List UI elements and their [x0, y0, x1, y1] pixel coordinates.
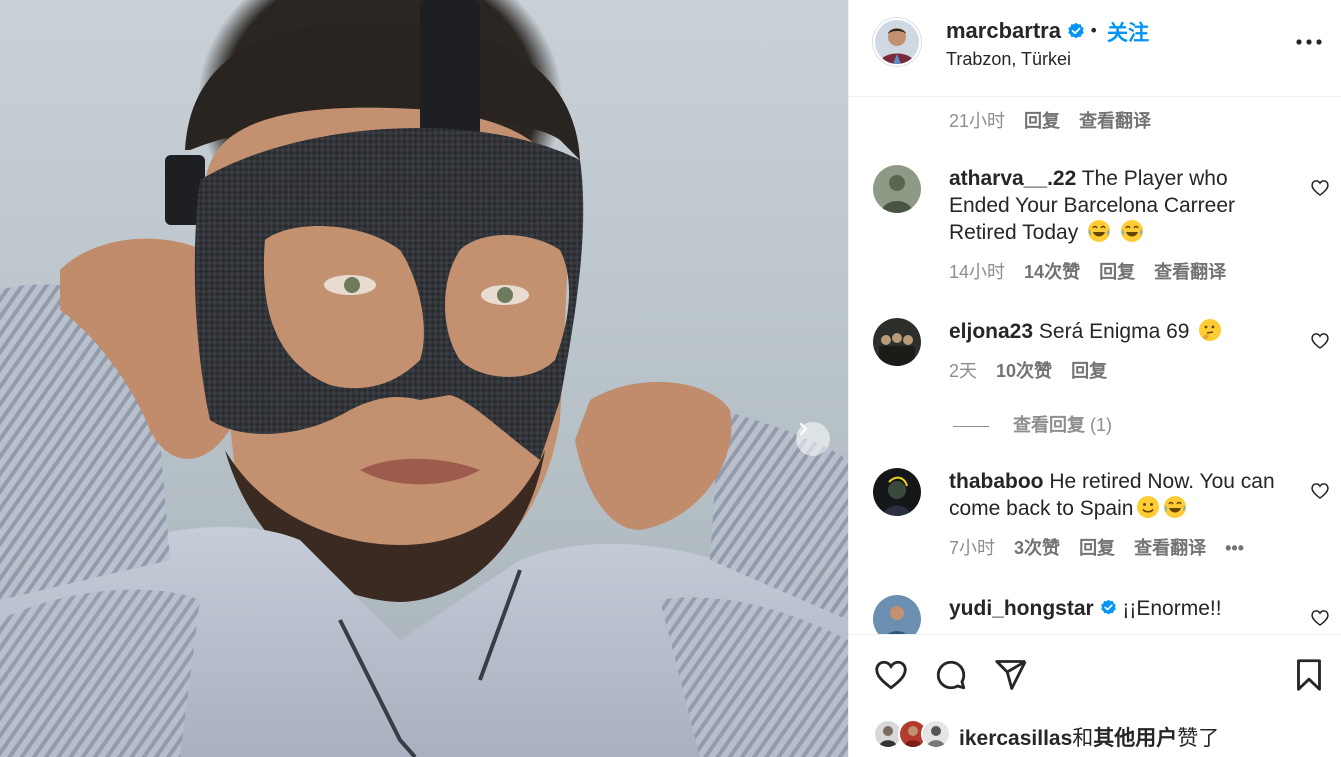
like-comment-button[interactable] — [1310, 178, 1330, 198]
bookmark-icon — [1297, 659, 1321, 691]
comments-list[interactable]: 21小时 回复 查看翻译 atharva__.22 The Player who… — [849, 97, 1341, 634]
post-sidebar: marcbartra • 关注 Trabzon, Türkei 21小时 回复 … — [848, 0, 1341, 757]
header-separator: • — [1089, 21, 1099, 40]
comment-text: Será Enigma 69 — [1038, 320, 1190, 343]
commenter-avatar-image — [873, 165, 921, 213]
comment-meta: 14小时 14次赞 回复 查看翻译 — [949, 258, 1240, 284]
like-comment-button[interactable] — [1310, 331, 1330, 351]
post-options-button[interactable] — [1294, 30, 1324, 54]
see-translation-button[interactable]: 查看翻译 — [1154, 262, 1226, 282]
reply-button[interactable]: 回复 — [1071, 361, 1107, 381]
next-photo-button[interactable] — [796, 422, 830, 456]
liker-avatar — [921, 719, 951, 749]
more-horizontal-icon — [1296, 39, 1322, 45]
author-username[interactable]: marcbartra — [946, 18, 1085, 44]
photo-illustration — [0, 0, 848, 757]
comment-like-count[interactable]: 10次赞 — [996, 361, 1052, 381]
comment-time: 2天 — [949, 361, 978, 381]
heart-outline-icon — [1311, 610, 1329, 627]
heart-icon — [875, 660, 907, 690]
commenter-username[interactable]: eljona23 — [949, 320, 1033, 343]
comment-body: eljona23 Será Enigma 69 — [949, 318, 1279, 345]
reply-button[interactable]: 回复 — [1099, 262, 1135, 282]
comment-time: 21小时 — [949, 111, 1006, 131]
verified-badge-icon — [1068, 22, 1084, 39]
author-avatar[interactable] — [873, 18, 921, 66]
like-button[interactable] — [873, 657, 909, 693]
like-comment-button[interactable] — [1310, 481, 1330, 501]
post-header: marcbartra • 关注 Trabzon, Türkei — [849, 0, 1341, 97]
commenter-username[interactable]: yudi_hongstar — [949, 597, 1094, 620]
commenter-username[interactable]: thababoo — [949, 470, 1044, 493]
heart-outline-icon — [1311, 180, 1329, 197]
post-photo[interactable] — [0, 0, 848, 757]
comment-meta: 2天 10次赞 回复 — [949, 357, 1121, 383]
share-button[interactable] — [993, 657, 1029, 693]
commenter-avatar[interactable] — [873, 595, 921, 634]
commenter-avatar[interactable] — [873, 165, 921, 213]
slightly-smiling-face-icon — [1137, 496, 1160, 518]
face-with-tears-of-joy-icon — [1088, 220, 1111, 242]
comment-text: ¡¡Enorme!! — [1122, 597, 1222, 620]
follow-button[interactable]: 关注 — [1107, 17, 1149, 47]
other-likers-link[interactable]: 其他用户 — [1093, 727, 1177, 750]
commenter-avatar-image — [873, 468, 921, 516]
face-with-tears-of-joy-icon — [1120, 220, 1143, 242]
comment-body: atharva__.22 The Player who Ended Your B… — [949, 165, 1279, 246]
previous-comment-meta: 21小时 回复 查看翻译 — [949, 107, 1165, 133]
liker-username[interactable]: ikercasillas — [959, 727, 1072, 750]
comment-meta: 7小时 3次赞 回复 查看翻译 ••• — [949, 534, 1258, 560]
author-avatar-image — [875, 20, 919, 64]
thinking-face-icon — [1199, 319, 1222, 341]
verified-badge-icon — [1100, 599, 1116, 615]
comment-like-count[interactable]: 14次赞 — [1024, 262, 1080, 282]
view-replies-label[interactable]: 查看回复 — [1013, 415, 1085, 435]
view-replies-count[interactable]: (1) — [1090, 415, 1112, 435]
replies-divider-line — [953, 425, 989, 427]
like-comment-button[interactable] — [1310, 608, 1330, 628]
see-translation-button[interactable]: 查看翻译 — [1134, 538, 1206, 558]
heart-outline-icon — [1311, 333, 1329, 350]
comment-button[interactable] — [933, 657, 969, 693]
reply-button[interactable]: 回复 — [1024, 111, 1060, 131]
reply-button[interactable]: 回复 — [1079, 538, 1115, 558]
commenter-avatar[interactable] — [873, 468, 921, 516]
likes-text: ikercasillas和其他用户赞了 — [959, 722, 1219, 752]
likes-connector: 和 — [1072, 727, 1094, 750]
comment-icon — [936, 660, 966, 690]
commenter-avatar-image — [873, 595, 921, 634]
commenter-username[interactable]: atharva__.22 — [949, 167, 1076, 190]
comment-time: 7小时 — [949, 538, 996, 558]
face-with-tears-of-joy-icon — [1164, 496, 1187, 518]
view-replies-button[interactable]: 查看回复 (1) — [953, 411, 1112, 437]
author-username-text[interactable]: marcbartra — [946, 18, 1061, 43]
see-translation-button[interactable]: 查看翻译 — [1079, 111, 1151, 131]
save-button[interactable] — [1291, 657, 1327, 693]
comment-body: thababoo He retired Now. You can come ba… — [949, 468, 1279, 522]
chevron-right-icon — [800, 423, 808, 435]
comment-body: yudi_hongstar ¡¡Enorme!! — [949, 595, 1309, 622]
commenter-avatar-image — [873, 318, 921, 366]
paper-plane-icon — [995, 660, 1027, 690]
likes-suffix: 赞了 — [1177, 727, 1220, 750]
comment-options-button[interactable]: ••• — [1225, 538, 1244, 558]
heart-outline-icon — [1311, 483, 1329, 500]
comment-time: 14小时 — [949, 262, 1006, 282]
liker-avatar-image — [923, 721, 949, 747]
post-actions: ikercasillas和其他用户赞了 — [849, 634, 1341, 757]
comment-like-count[interactable]: 3次赞 — [1014, 538, 1060, 558]
post-location[interactable]: Trabzon, Türkei — [946, 49, 1071, 70]
commenter-avatar[interactable] — [873, 318, 921, 366]
